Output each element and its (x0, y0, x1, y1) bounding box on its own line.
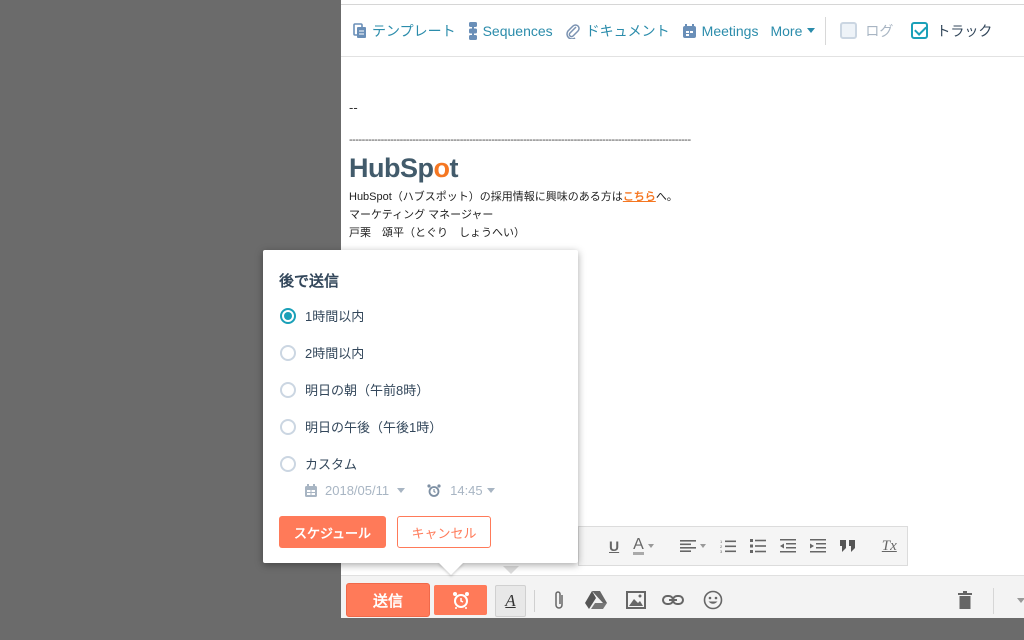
bullet-list-icon (749, 539, 766, 553)
more-dropdown[interactable]: More (770, 22, 816, 39)
blockquote-button[interactable] (839, 540, 856, 552)
radio-selected[interactable] (280, 307, 296, 324)
radio[interactable] (280, 381, 296, 398)
calendar-icon (682, 23, 696, 38)
more-label: More (770, 22, 803, 39)
paperclip-icon (565, 23, 580, 39)
sequences-button[interactable]: Sequences (468, 21, 553, 40)
option-tomorrow-afternoon[interactable]: 明日の午後（午後1時） (280, 417, 442, 436)
templates-icon (353, 22, 366, 38)
indent-icon (809, 539, 826, 553)
font-color-button[interactable]: A (633, 535, 654, 555)
popover-pointer (438, 562, 464, 575)
svg-text:3: 3 (720, 549, 723, 553)
careers-link[interactable]: こちら (623, 191, 656, 203)
ordered-list-button[interactable]: 123 (720, 539, 736, 553)
quote-icon (839, 540, 855, 552)
ordered-list-icon: 123 (720, 539, 736, 553)
calendar-icon (305, 484, 317, 497)
discard-button[interactable] (953, 588, 977, 612)
image-icon (626, 591, 646, 609)
cancel-button[interactable]: キャンセル (397, 516, 491, 548)
templates-button[interactable]: テンプレート (353, 21, 456, 41)
attach-file-button[interactable] (547, 588, 571, 612)
templates-label: テンプレート (372, 22, 456, 39)
formatting-toggle-button[interactable]: A (495, 585, 526, 617)
radio[interactable] (280, 344, 296, 361)
schedule-send-popover: 後で送信 1時間以内 2時間以内 明日の朝（午前8時） 明日の午後（午後1時） … (263, 250, 578, 563)
option-1-hour[interactable]: 1時間以内 (280, 306, 364, 325)
signature-rule: ----------------------------------------… (349, 134, 691, 146)
popover-title: 後で送信 (279, 273, 340, 290)
underline-button[interactable]: U (609, 538, 619, 554)
alarm-clock-icon (427, 483, 441, 497)
hubspot-logo: HubSp o t (349, 153, 458, 183)
alarm-clock-icon (452, 592, 469, 609)
sequences-label: Sequences (482, 22, 553, 39)
chevron-down-icon (486, 488, 495, 493)
meetings-label: Meetings (701, 22, 759, 39)
toolbar-divider (993, 588, 994, 614)
custom-date-picker[interactable]: 2018/05/11 (305, 483, 406, 498)
outdent-icon (779, 539, 796, 553)
hubspot-sprocket-icon: o (433, 153, 451, 183)
emoji-button[interactable] (701, 588, 725, 612)
google-drive-button[interactable] (584, 588, 608, 612)
option-tomorrow-morning[interactable]: 明日の朝（午前8時） (280, 380, 429, 399)
email-body-editor[interactable]: -- -------------------------------------… (349, 100, 989, 242)
chevron-down-icon (647, 544, 654, 548)
insert-link-button[interactable] (661, 588, 685, 612)
paperclip-icon (555, 591, 563, 609)
schedule-send-button[interactable] (434, 585, 487, 615)
screen: テンプレート Sequences ドキュメント Meetings More ログ… (0, 0, 1024, 640)
log-checkbox-box[interactable] (840, 22, 858, 39)
radio[interactable] (280, 455, 296, 472)
schedule-button[interactable]: スケジュール (279, 516, 386, 548)
insert-image-button[interactable] (624, 588, 648, 612)
signature-separator: -- (349, 100, 358, 115)
signature-line-name: 戸栗 頌平（とぐり しょうへい） (349, 227, 525, 239)
smiley-icon (703, 590, 723, 610)
bullet-list-button[interactable] (749, 539, 766, 553)
toolbar-divider (534, 590, 535, 612)
clear-format-button[interactable]: Tx (882, 538, 897, 555)
meetings-button[interactable]: Meetings (682, 22, 759, 39)
composer-action-bar: 送信 A (341, 575, 1024, 618)
chevron-down-icon (807, 28, 816, 33)
toolbar-divider (825, 16, 827, 45)
trash-icon (958, 591, 972, 609)
chevron-down-icon (699, 544, 706, 548)
sequences-icon (468, 21, 477, 40)
signature-line-careers: HubSpot（ハブスポット）の採用情報に興味のある方はこちらへ。 (349, 191, 678, 203)
google-drive-icon (585, 591, 607, 609)
formatting-toolbar: U A 123 Tx (578, 526, 908, 566)
composer-toolbar: テンプレート Sequences ドキュメント Meetings More ログ… (341, 4, 1024, 57)
log-checkbox[interactable]: ログ (840, 21, 893, 41)
signature-line-title: マーケティング マネージャー (349, 209, 494, 221)
align-button[interactable] (679, 540, 706, 552)
send-button[interactable]: 送信 (346, 583, 430, 617)
custom-datetime-row: 2018/05/11 14:45 (305, 483, 495, 498)
custom-time-picker[interactable]: 14:45 (427, 483, 495, 498)
indent-button[interactable] (809, 539, 826, 553)
more-options-dropdown[interactable] (1009, 588, 1024, 612)
option-2-hours[interactable]: 2時間以内 (280, 343, 364, 362)
track-label: トラック (936, 22, 993, 39)
custom-time-value: 14:45 (450, 483, 483, 498)
outdent-button[interactable] (779, 539, 796, 553)
log-label: ログ (865, 22, 894, 39)
documents-button[interactable]: ドキュメント (565, 21, 670, 41)
chevron-down-icon (397, 488, 406, 493)
custom-date-value: 2018/05/11 (325, 483, 390, 498)
font-color-icon: A (633, 535, 644, 555)
documents-label: ドキュメント (585, 22, 670, 39)
track-checkbox-box[interactable] (911, 22, 929, 39)
link-icon (662, 595, 684, 605)
radio[interactable] (280, 418, 296, 435)
track-checkbox[interactable]: トラック (911, 21, 992, 41)
align-left-icon (679, 540, 696, 552)
option-custom[interactable]: カスタム (280, 454, 357, 473)
chevron-down-icon (1017, 597, 1024, 603)
format-toolbar-pointer (503, 566, 519, 574)
